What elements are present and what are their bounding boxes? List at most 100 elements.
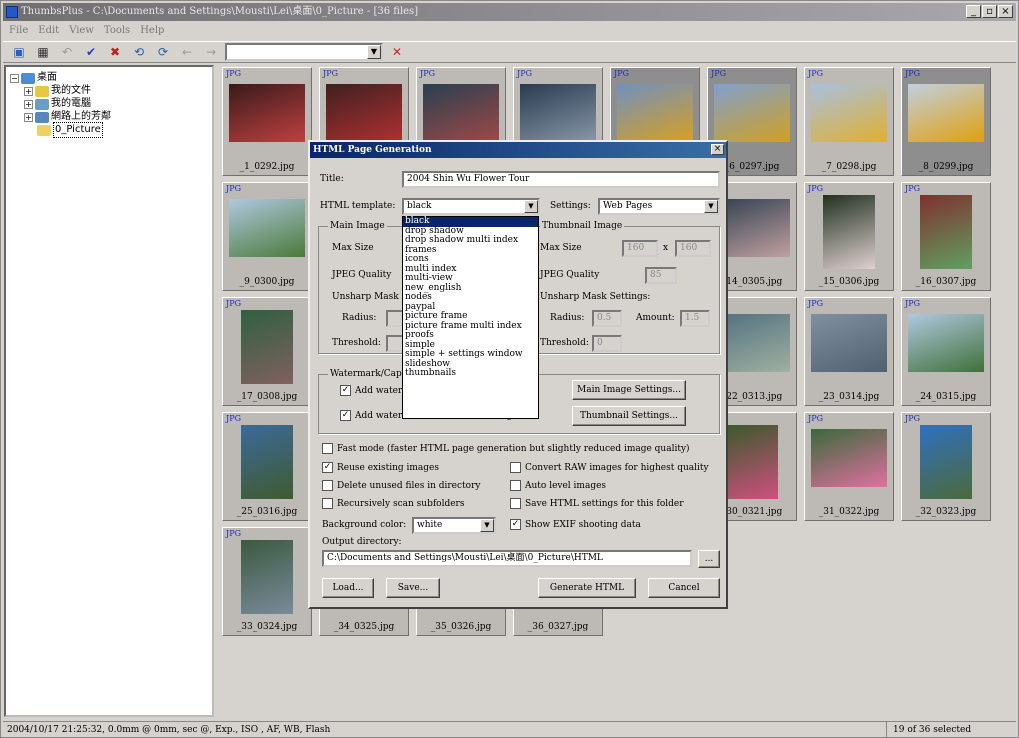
menu-help[interactable]: Help <box>140 22 164 40</box>
title-bar[interactable]: ThumbsPlus - C:\Documents and Settings\M… <box>3 3 1016 21</box>
file-type-badge: JPG <box>226 529 241 538</box>
thumbnail-item[interactable]: JPG _8_0299.jpg <box>901 67 991 176</box>
fast-mode-label: Fast mode (faster HTML page generation b… <box>337 443 690 454</box>
thumbnail-item[interactable]: JPG _33_0324.jpg <box>222 527 312 636</box>
thumbnail-image <box>423 84 499 142</box>
title-input[interactable]: 2004 Shin Wu Flower Tour <box>402 171 720 188</box>
thumbnail-filename: _34_0325.jpg <box>333 622 395 632</box>
tree-item[interactable]: 0_Picture <box>24 122 103 138</box>
browse-button[interactable]: ... <box>698 550 720 568</box>
show-exif-checkbox[interactable]: ✓ Show EXIF shooting data <box>510 519 641 530</box>
rotate-left-icon[interactable]: ⟲ <box>129 44 149 60</box>
thumbnail-item[interactable]: JPG _25_0316.jpg <box>222 412 312 521</box>
convert-raw-checkbox[interactable]: Convert RAW images for highest quality <box>510 462 709 473</box>
main-image-settings-button[interactable]: Main Image Settings... <box>572 380 686 400</box>
reuse-images-checkbox[interactable]: ✓ Reuse existing images <box>322 462 439 473</box>
thumb-max-size-label: Max Size <box>540 243 582 253</box>
cancel-button[interactable]: Cancel <box>648 578 720 598</box>
checkbox-box[interactable] <box>510 498 521 509</box>
checkbox-box[interactable] <box>322 480 333 491</box>
nav-back-icon[interactable]: ← <box>177 44 197 60</box>
file-type-badge: JPG <box>323 69 338 78</box>
thumb-threshold-input[interactable]: 0 <box>592 335 622 352</box>
checkbox-box[interactable]: ✓ <box>322 462 333 473</box>
background-color-select[interactable]: white ▼ <box>412 517 496 534</box>
thumb-amount-input[interactable]: 1.5 <box>680 310 710 327</box>
thumb-quality-input[interactable]: 85 <box>645 267 677 284</box>
checkbox-box[interactable]: ✓ <box>340 410 351 421</box>
tree-item[interactable]: + 我的文件 <box>24 84 91 98</box>
back-icon[interactable]: ↶ <box>57 44 77 60</box>
thumbnail-item[interactable]: JPG _9_0300.jpg <box>222 182 312 291</box>
chevron-down-icon[interactable]: ▼ <box>367 45 381 59</box>
tree-item[interactable]: + 我的電腦 <box>24 97 91 111</box>
save-settings-checkbox[interactable]: Save HTML settings for this folder <box>510 498 684 509</box>
chevron-down-icon[interactable]: ▼ <box>704 200 718 213</box>
window-title: ThumbsPlus - C:\Documents and Settings\M… <box>21 6 419 17</box>
settings-select[interactable]: Web Pages ▼ <box>598 198 720 215</box>
thumb-radius-input[interactable]: 0.5 <box>592 310 622 327</box>
generate-html-button[interactable]: Generate HTML <box>538 578 636 598</box>
thumbnail-item[interactable]: JPG _1_0292.jpg <box>222 67 312 176</box>
thumbnail-item[interactable]: JPG _32_0323.jpg <box>901 412 991 521</box>
open-icon[interactable]: ▣ <box>9 44 29 60</box>
maximize-button[interactable]: ▫ <box>982 5 997 18</box>
checkbox-box[interactable] <box>510 480 521 491</box>
collapse-icon[interactable]: − <box>10 73 19 83</box>
minimize-button[interactable]: _ <box>966 5 981 18</box>
thumbnail-image <box>908 314 984 372</box>
template-option[interactable]: thumbnails <box>403 368 538 379</box>
thumbnail-item[interactable]: JPG _16_0307.jpg <box>901 182 991 291</box>
thumbnail-item[interactable]: JPG _15_0306.jpg <box>804 182 894 291</box>
expand-icon[interactable]: + <box>24 99 33 109</box>
tree-item-label: 桌面 <box>37 72 57 83</box>
desktop-icon <box>21 72 35 84</box>
expand-icon[interactable]: + <box>24 112 33 122</box>
thumbnail-item[interactable]: JPG _23_0314.jpg <box>804 297 894 406</box>
checkbox-box[interactable]: ✓ <box>340 385 351 396</box>
thumbnail-filename: _1_0292.jpg <box>239 162 295 172</box>
thumbnail-item[interactable]: JPG _24_0315.jpg <box>901 297 991 406</box>
checkbox-box[interactable]: ✓ <box>510 519 521 530</box>
output-directory-input[interactable]: C:\Documents and Settings\Mousti\Lei\桌面\… <box>322 550 692 567</box>
rotate-right-icon[interactable]: ⟳ <box>153 44 173 60</box>
folder-open-icon <box>37 124 51 136</box>
checkbox-box[interactable] <box>322 498 333 509</box>
checkbox-box[interactable] <box>510 462 521 473</box>
delete-icon[interactable]: ✖ <box>105 44 125 60</box>
template-select[interactable]: black ▼ <box>402 198 540 215</box>
thumbnail-item[interactable]: JPG _7_0298.jpg <box>804 67 894 176</box>
file-type-badge: JPG <box>905 414 920 423</box>
save-button[interactable]: Save... <box>386 578 440 598</box>
chevron-down-icon[interactable]: ▼ <box>480 519 494 532</box>
chevron-down-icon[interactable]: ▼ <box>524 200 538 213</box>
recursive-checkbox[interactable]: Recursively scan subfolders <box>322 498 464 509</box>
thumbnail-filename: _33_0324.jpg <box>236 622 298 632</box>
delete-unused-checkbox[interactable]: Delete unused files in directory <box>322 480 480 491</box>
thumbnail-filename: _24_0315.jpg <box>915 392 977 402</box>
stop-icon[interactable]: ✕ <box>387 44 407 60</box>
view-icon[interactable]: ▦ <box>33 44 53 60</box>
thumb-height-input[interactable]: 160 <box>675 240 711 257</box>
menu-view[interactable]: View <box>69 22 94 40</box>
thumbnail-item[interactable]: JPG _31_0322.jpg <box>804 412 894 521</box>
checkbox-box[interactable] <box>322 443 333 454</box>
load-button[interactable]: Load... <box>322 578 374 598</box>
thumbnail-item[interactable]: JPG _17_0308.jpg <box>222 297 312 406</box>
menu-edit[interactable]: Edit <box>38 22 59 40</box>
auto-level-checkbox[interactable]: Auto level images <box>510 480 606 491</box>
tree-item[interactable]: − 桌面 <box>10 71 57 85</box>
thumbnail-settings-button[interactable]: Thumbnail Settings... <box>572 406 686 426</box>
nav-forward-icon[interactable]: → <box>201 44 221 60</box>
thumb-width-input[interactable]: 160 <box>622 240 658 257</box>
menu-tools[interactable]: Tools <box>104 22 130 40</box>
dialog-close-button[interactable]: × <box>711 144 724 155</box>
menu-file[interactable]: File <box>9 22 28 40</box>
close-button[interactable]: × <box>998 5 1013 18</box>
path-combo[interactable]: ▼ <box>225 43 383 61</box>
thumbnail-filename: _23_0314.jpg <box>818 392 880 402</box>
check-icon[interactable]: ✔ <box>81 44 101 60</box>
expand-icon[interactable]: + <box>24 86 33 96</box>
dialog-title-bar[interactable]: HTML Page Generation × <box>310 142 726 158</box>
fast-mode-checkbox[interactable]: Fast mode (faster HTML page generation b… <box>322 443 690 454</box>
